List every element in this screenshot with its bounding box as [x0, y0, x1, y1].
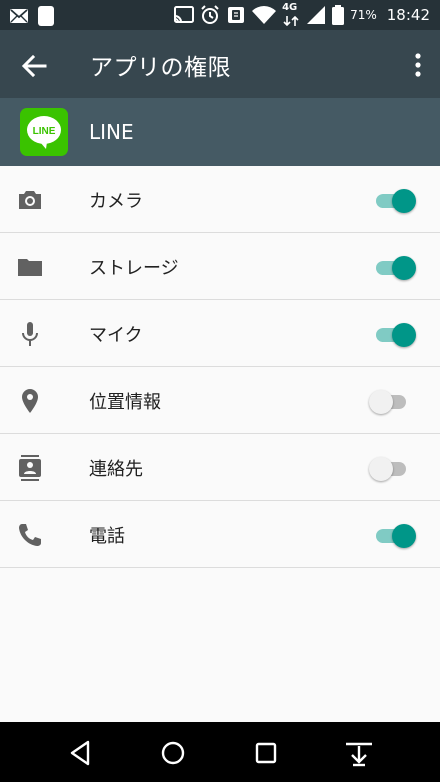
folder-icon — [18, 259, 42, 276]
permission-label: ストレージ — [89, 258, 179, 279]
permission-label: 電話 — [89, 526, 125, 547]
camera-icon — [19, 191, 41, 209]
app-bar: アプリの権限 — [0, 30, 440, 98]
permission-label: 位置情報 — [89, 392, 161, 413]
permission-row-location[interactable]: 位置情報 — [0, 367, 440, 434]
app-name: LINE — [89, 120, 134, 144]
permission-toggle-contacts[interactable] — [369, 456, 418, 482]
signal-icon — [307, 6, 326, 24]
arrow-back-icon — [21, 54, 47, 78]
clock: 18:42 — [386, 6, 430, 24]
contacts-icon — [19, 455, 41, 481]
microphone-icon — [22, 322, 38, 346]
phone-icon — [19, 524, 41, 546]
permission-row-contacts[interactable]: 連絡先 — [0, 434, 440, 501]
permission-row-storage[interactable]: ストレージ — [0, 233, 440, 300]
status-bar: 4G 71% 18:42 — [0, 0, 440, 30]
back-triangle-icon[interactable] — [66, 738, 96, 768]
hide-keyboard-icon[interactable] — [344, 738, 374, 768]
notification-icon — [38, 6, 54, 26]
line-logo-text: LINE — [33, 126, 56, 137]
toggle-thumb — [369, 457, 393, 481]
home-circle-icon[interactable] — [158, 738, 188, 768]
back-button[interactable] — [18, 50, 50, 82]
toggle-thumb — [392, 323, 416, 347]
permission-row-camera[interactable]: カメラ — [0, 166, 440, 233]
toggle-thumb — [392, 189, 416, 213]
page-title: アプリの権限 — [90, 55, 231, 81]
mail-icon — [10, 9, 28, 23]
toggle-thumb — [392, 524, 416, 548]
permission-label: 連絡先 — [89, 459, 143, 480]
permission-toggle-phone[interactable] — [374, 523, 418, 549]
location-icon — [22, 389, 38, 413]
battery-icon — [332, 5, 345, 25]
toggle-thumb — [392, 256, 416, 280]
permission-toggle-location[interactable] — [369, 389, 418, 415]
vibrate-icon — [228, 7, 245, 23]
wifi-icon — [252, 6, 277, 24]
permission-label: マイク — [89, 325, 143, 346]
network-type-label: 4G — [282, 2, 300, 26]
alarm-icon — [201, 5, 219, 24]
permission-toggle-microphone[interactable] — [374, 322, 418, 348]
network-4g-label: 4G — [282, 2, 298, 13]
permission-toggle-camera[interactable] — [374, 188, 418, 214]
permission-toggle-storage[interactable] — [374, 255, 418, 281]
permission-list: カメラ ストレージ マイク 位置情報 連絡先 電話 — [0, 166, 440, 568]
app-header: LINE LINE — [0, 98, 440, 166]
recents-square-icon[interactable] — [251, 738, 281, 768]
more-options-button[interactable] — [410, 50, 426, 80]
network-4g-icon — [283, 16, 299, 26]
battery-percent: 71% — [350, 8, 377, 22]
cast-icon — [174, 6, 195, 23]
permission-label: カメラ — [89, 191, 143, 212]
permission-row-microphone[interactable]: マイク — [0, 300, 440, 367]
toggle-thumb — [369, 390, 393, 414]
navigation-bar — [0, 722, 440, 782]
line-app-icon: LINE — [20, 108, 68, 156]
permission-row-phone[interactable]: 電話 — [0, 501, 440, 568]
more-vert-icon — [415, 53, 421, 77]
